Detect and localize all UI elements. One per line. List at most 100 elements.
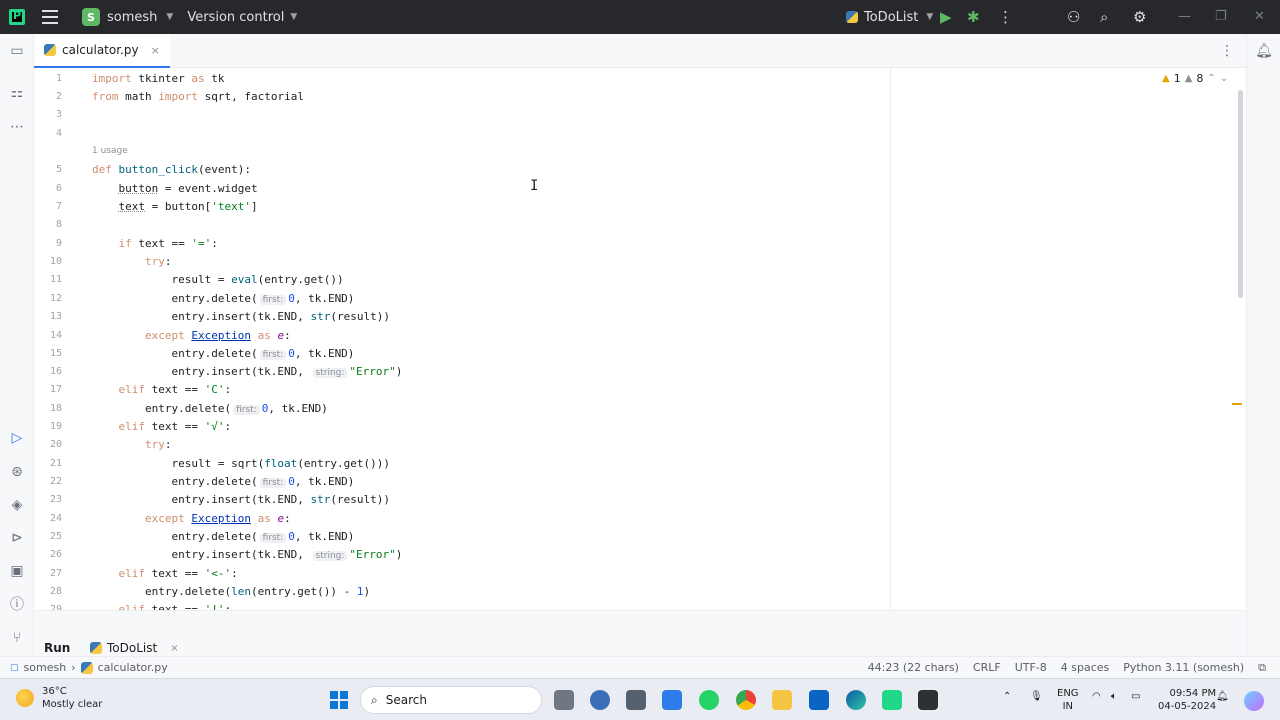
- more-tools-icon[interactable]: ⋯: [8, 118, 26, 136]
- line-number: 25: [49, 531, 62, 542]
- search-icon: ⌕: [371, 692, 378, 707]
- python-interpreter[interactable]: Python 3.11 (somesh): [1123, 661, 1244, 675]
- search-label: Search: [385, 693, 427, 707]
- camera-app-icon[interactable]: [626, 690, 646, 710]
- task-view-icon[interactable]: [554, 690, 574, 710]
- search-icon[interactable]: ⌕: [1100, 8, 1108, 26]
- show-hidden-icons-chevron-icon[interactable]: ⌃: [1003, 691, 1011, 702]
- chevron-up-icon[interactable]: ⌃: [1207, 73, 1215, 84]
- notification-bell-icon[interactable]: 🔔︎: [1216, 691, 1229, 702]
- version-control-menu[interactable]: Version control ▼: [187, 10, 297, 25]
- start-windows-icon[interactable]: [330, 691, 348, 709]
- run-tool-icon[interactable]: ▷: [8, 429, 26, 447]
- mail-icon[interactable]: [809, 690, 829, 710]
- code-line: elif text == '<-':: [118, 567, 238, 580]
- indent-setting[interactable]: 4 spaces: [1061, 661, 1110, 675]
- python-file-icon: [80, 661, 93, 674]
- breadcrumb-file[interactable]: calculator.py: [98, 661, 168, 674]
- code-editor[interactable]: 1 2 3 4 5 6 7 8 9 10 11 12 13 14 15 16 17 18 19 20 21 22 23 24 2…: [34, 68, 1246, 610]
- chrome-icon[interactable]: [736, 690, 756, 710]
- chevron-down-icon[interactable]: ⌄: [1220, 73, 1228, 84]
- project-square-icon: ▢: [10, 662, 19, 673]
- chevron-down-icon: ▼: [926, 12, 934, 22]
- language-indicator[interactable]: ENG IN: [1057, 687, 1079, 713]
- lock-icon[interactable]: ⧉: [1258, 661, 1266, 675]
- settings-app-icon[interactable]: [590, 690, 610, 710]
- notifications-bell-icon[interactable]: 🔔︎: [1255, 42, 1273, 60]
- maximize-icon[interactable]: ❐: [1215, 9, 1227, 24]
- status-bar: ▢ somesh › calculator.py 44:23 (22 chars…: [0, 656, 1280, 678]
- taskbar-search[interactable]: ⌕ Search: [360, 686, 542, 714]
- code-line: from math import sqrt, factorial: [92, 90, 304, 103]
- run-configuration-selector[interactable]: ToDoList ▼: [846, 0, 933, 34]
- project-switcher[interactable]: S somesh ▼: [82, 8, 173, 26]
- code-line: entry.insert(tk.END, string: "Error"): [92, 365, 403, 378]
- language-code: ENG: [1057, 688, 1079, 699]
- minimize-icon[interactable]: —: [1178, 9, 1191, 24]
- volume-icon[interactable]: 🔈︎: [1111, 691, 1117, 702]
- system-clock[interactable]: 09:54 PM 04-05-2024: [1158, 687, 1216, 713]
- breadcrumb-project[interactable]: somesh: [24, 661, 67, 674]
- layers-icon[interactable]: ◈: [8, 496, 26, 514]
- run-config-label: ToDoList: [864, 9, 919, 25]
- tab-close-icon[interactable]: ×: [170, 643, 178, 654]
- caret-position[interactable]: 44:23 (22 chars): [868, 661, 959, 675]
- line-number: 6: [55, 183, 62, 194]
- store-app-icon[interactable]: [662, 690, 682, 710]
- chevron-down-icon: ▼: [290, 12, 298, 22]
- weather-condition: Mostly clear: [42, 699, 103, 710]
- vertical-scrollbar[interactable]: [1238, 90, 1243, 298]
- add-user-icon[interactable]: ⚇: [1067, 8, 1080, 26]
- battery-icon[interactable]: ▭: [1131, 691, 1140, 702]
- problems-icon[interactable]: ⓘ: [8, 596, 26, 614]
- code-line: def button_click(event):: [92, 163, 251, 176]
- weather-widget[interactable]: 36°C Mostly clear: [16, 685, 102, 711]
- python-console-icon[interactable]: ⊛: [8, 463, 26, 481]
- todolist-run-tab[interactable]: ToDoList ×: [90, 641, 179, 655]
- terminal-icon[interactable]: ▣: [8, 562, 26, 580]
- file-explorer-icon[interactable]: [772, 690, 792, 710]
- main-menu-icon[interactable]: [42, 10, 58, 24]
- pycharm-taskbar-icon[interactable]: [882, 690, 902, 710]
- debug-icon[interactable]: ✱: [967, 8, 980, 26]
- services-icon[interactable]: ⊳: [8, 529, 26, 547]
- structure-icon[interactable]: ⚏: [8, 84, 26, 102]
- code-line: entry.delete(first: 0, tk.END): [92, 402, 328, 415]
- edge-icon[interactable]: [846, 690, 866, 710]
- line-number: 3: [55, 109, 62, 120]
- git-icon[interactable]: ⑂: [8, 629, 26, 647]
- line-number: 14: [49, 330, 62, 341]
- inspection-widget[interactable]: ▲ 1 ▲ 8 ⌃ ⌄: [1162, 72, 1228, 85]
- tab-calculator-py[interactable]: calculator.py ×: [34, 34, 170, 68]
- tab-options-icon[interactable]: ⋮: [1220, 43, 1234, 59]
- run-tool-tab[interactable]: Run: [44, 641, 70, 655]
- pycharm-running-icon[interactable]: [918, 690, 938, 710]
- project-name: somesh: [107, 9, 158, 25]
- line-number: 7: [55, 201, 62, 212]
- todolist-tab-label: ToDoList: [107, 641, 158, 655]
- pycharm-logo-icon: [9, 9, 25, 25]
- microphone-icon[interactable]: 🎙︎: [1030, 691, 1043, 702]
- code-line: elif text == '√':: [118, 420, 232, 433]
- project-folder-icon[interactable]: ▭: [8, 42, 26, 60]
- warning-scroll-marker[interactable]: [1232, 403, 1242, 405]
- settings-gear-icon[interactable]: ⚙: [1133, 8, 1146, 26]
- usage-hint[interactable]: 1 usage: [92, 146, 128, 156]
- copilot-icon[interactable]: [1244, 691, 1264, 711]
- breadcrumb-separator-icon: ›: [71, 661, 76, 674]
- weak-warning-count: 8: [1196, 72, 1204, 85]
- close-window-icon[interactable]: ✕: [1254, 9, 1265, 24]
- title-bar: S somesh ▼ Version control ▼ ToDoList ▼ …: [0, 0, 1280, 34]
- line-separator[interactable]: CRLF: [973, 661, 1001, 675]
- line-number: 21: [49, 458, 62, 469]
- run-icon[interactable]: ▶: [940, 8, 952, 26]
- more-actions-icon[interactable]: ⋮: [998, 8, 1013, 26]
- chevron-down-icon: ▼: [166, 12, 174, 22]
- wifi-icon[interactable]: ◠: [1092, 691, 1101, 702]
- code-line: try:: [144, 255, 172, 268]
- code-line: entry.delete(first: 0, tk.END): [92, 347, 355, 360]
- file-encoding[interactable]: UTF-8: [1015, 661, 1047, 675]
- whatsapp-icon[interactable]: [699, 690, 719, 710]
- line-number-gutter: 1 2 3 4 5 6 7 8 9 10 11 12 13 14 15 16 17 18 19 20 21 22 23 24 2…: [34, 68, 78, 610]
- tab-close-icon[interactable]: ×: [151, 44, 160, 57]
